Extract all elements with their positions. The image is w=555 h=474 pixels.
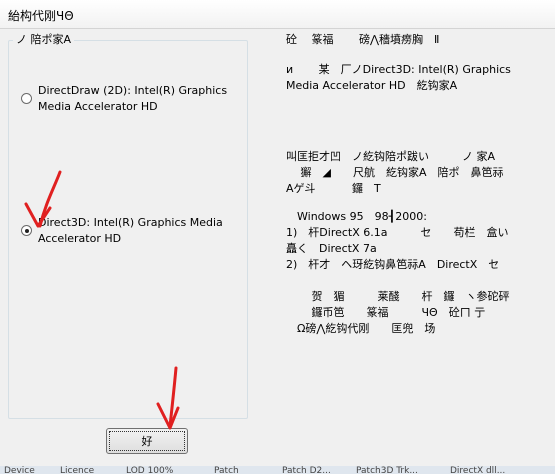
red-arrow-to-direct3d	[24, 170, 62, 228]
red-arrow-to-ok-button	[156, 366, 180, 430]
arrow-head	[156, 402, 180, 430]
annotation-overlay	[24, 170, 180, 430]
